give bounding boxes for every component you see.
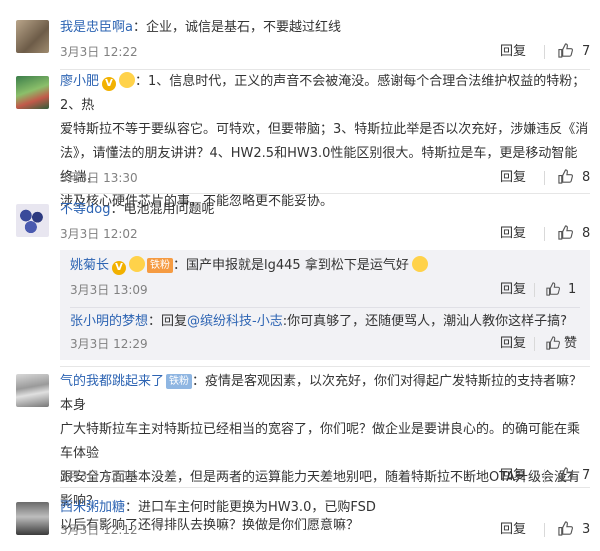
colon: ： [125, 500, 139, 515]
reply-button[interactable]: 回复 [500, 518, 526, 542]
comment-item: 廖小肥 V ：1、信息时代，正义的声音不会被淹没。感谢每个合理合法维护权益的特粉；2… [0, 70, 600, 209]
like-count: 7 [582, 44, 591, 59]
comment-text: 进口车主何时能更换为HW3.0，已购FSD [138, 500, 376, 515]
colon: ： [135, 74, 149, 89]
fan-tag: 铁粉 [166, 374, 193, 389]
divider [544, 469, 545, 483]
like-icon[interactable] [558, 40, 573, 64]
smiley-emoji-icon [411, 256, 428, 272]
separator [60, 366, 590, 367]
colon: ： [148, 314, 162, 329]
avatar[interactable] [16, 502, 49, 535]
like-icon[interactable] [558, 166, 573, 190]
comment-text-line: 爱特斯拉不等于要纵容它。可特欢，但要带脑；3、特斯拉此举是否以次充好，涉嫌违反《… [60, 122, 589, 137]
avatar[interactable] [16, 76, 49, 109]
comment-time: 3月3日 13:30 [60, 171, 138, 185]
divider [544, 227, 545, 241]
colon: ： [110, 202, 124, 217]
like-label: 赞 [564, 336, 578, 351]
reply-keyword: 回复 [161, 314, 188, 329]
reply-time: 3月3日 12:29 [70, 337, 148, 351]
fan-tag: 铁粉 [147, 258, 174, 273]
divider [544, 523, 545, 537]
comment-username[interactable]: 我是忠臣啊a [60, 20, 133, 35]
comment-text: 企业，诚信是基石，不要越过红线 [145, 20, 341, 35]
comment-username[interactable]: 气的我都跳起来了 [60, 374, 164, 389]
colon: ： [173, 258, 187, 273]
reply-username[interactable]: 张小明的梦想 [70, 314, 148, 329]
comment-username[interactable]: 西米粥加糖 [60, 500, 125, 515]
like-count: 1 [568, 282, 577, 297]
avatar[interactable] [16, 204, 49, 237]
comment-text: 电池混用问题呢 [123, 202, 215, 217]
reply-button[interactable]: 回复 [500, 464, 526, 488]
like-icon[interactable] [546, 278, 560, 302]
colon: ： [132, 20, 146, 35]
comment-text-line: 广大特斯拉车主对特斯拉已经相当的宽容了，你们呢？做企业是要讲良心的。的确可能在乘… [60, 422, 581, 461]
comment-item: 气的我都跳起来了 铁粉 ：疫情是客观因素，以次充好，你们对得起广发特斯拉的支持者嘛？… [0, 366, 600, 533]
fan-badge-icon [119, 72, 136, 88]
mention-link[interactable]: @缤纷科技-小志 [187, 314, 283, 329]
comment-time: 3月3日 12:12 [60, 523, 138, 537]
comment-item: 西米粥加糖：进口车主何时能更换为HW3.0，已购FSD 3月3日 12:12 回… [0, 488, 600, 551]
avatar[interactable] [16, 20, 49, 53]
reply-button[interactable]: 回复 [500, 222, 526, 246]
avatar[interactable] [16, 374, 49, 407]
like-count: 8 [582, 170, 591, 185]
sub-reply-box: 姚菊长 V 铁粉 ：国产申报就是lg445 拿到松下是运气好 3月3日 13:09 回… [60, 250, 590, 360]
comment-username[interactable]: 不等dog [60, 202, 110, 217]
reply-time: 3月3日 13:09 [70, 283, 148, 297]
like-icon[interactable] [558, 464, 573, 488]
divider [534, 337, 535, 351]
comment-item: 不等dog：电池混用问题呢 3月3日 12:02 回复 8 [0, 194, 600, 246]
reply-button[interactable]: 回复 [500, 278, 526, 302]
reply-username[interactable]: 姚菊长 [70, 258, 109, 273]
divider [544, 45, 545, 59]
comment-item: 我是忠臣啊a：企业，诚信是基石，不要越过红线 3月3日 12:22 回复 7 [0, 0, 600, 70]
like-count: 3 [582, 522, 591, 537]
comment-feed: 我是忠臣啊a：企业，诚信是基石，不要越过红线 3月3日 12:22 回复 7 廖… [0, 0, 600, 551]
verified-icon: V [112, 261, 127, 275]
like-count: 8 [582, 226, 591, 241]
colon: ： [192, 374, 206, 389]
comment-time: 3月3日 12:02 [60, 227, 138, 241]
comment-username[interactable]: 廖小肥 [60, 74, 99, 89]
like-icon[interactable] [546, 332, 560, 356]
reply-button[interactable]: 回复 [500, 40, 526, 64]
reply-text: 国产申报就是lg445 拿到松下是运气好 [186, 258, 409, 273]
fan-badge-icon [129, 256, 146, 272]
separator [70, 307, 580, 308]
divider [544, 171, 545, 185]
verified-icon: V [102, 77, 117, 91]
reply-button[interactable]: 回复 [500, 166, 526, 190]
reply-button[interactable]: 回复 [500, 332, 526, 356]
like-icon[interactable] [558, 222, 573, 246]
divider [534, 283, 535, 297]
comment-time: 3月3日 13:16 [60, 469, 138, 483]
reply-text: :你可真够了，还随便骂人，潮汕人教你这样子搞? [282, 314, 568, 329]
like-count: 7 [582, 468, 591, 483]
comment-time: 3月3日 12:22 [60, 45, 138, 59]
like-icon[interactable] [558, 518, 573, 542]
